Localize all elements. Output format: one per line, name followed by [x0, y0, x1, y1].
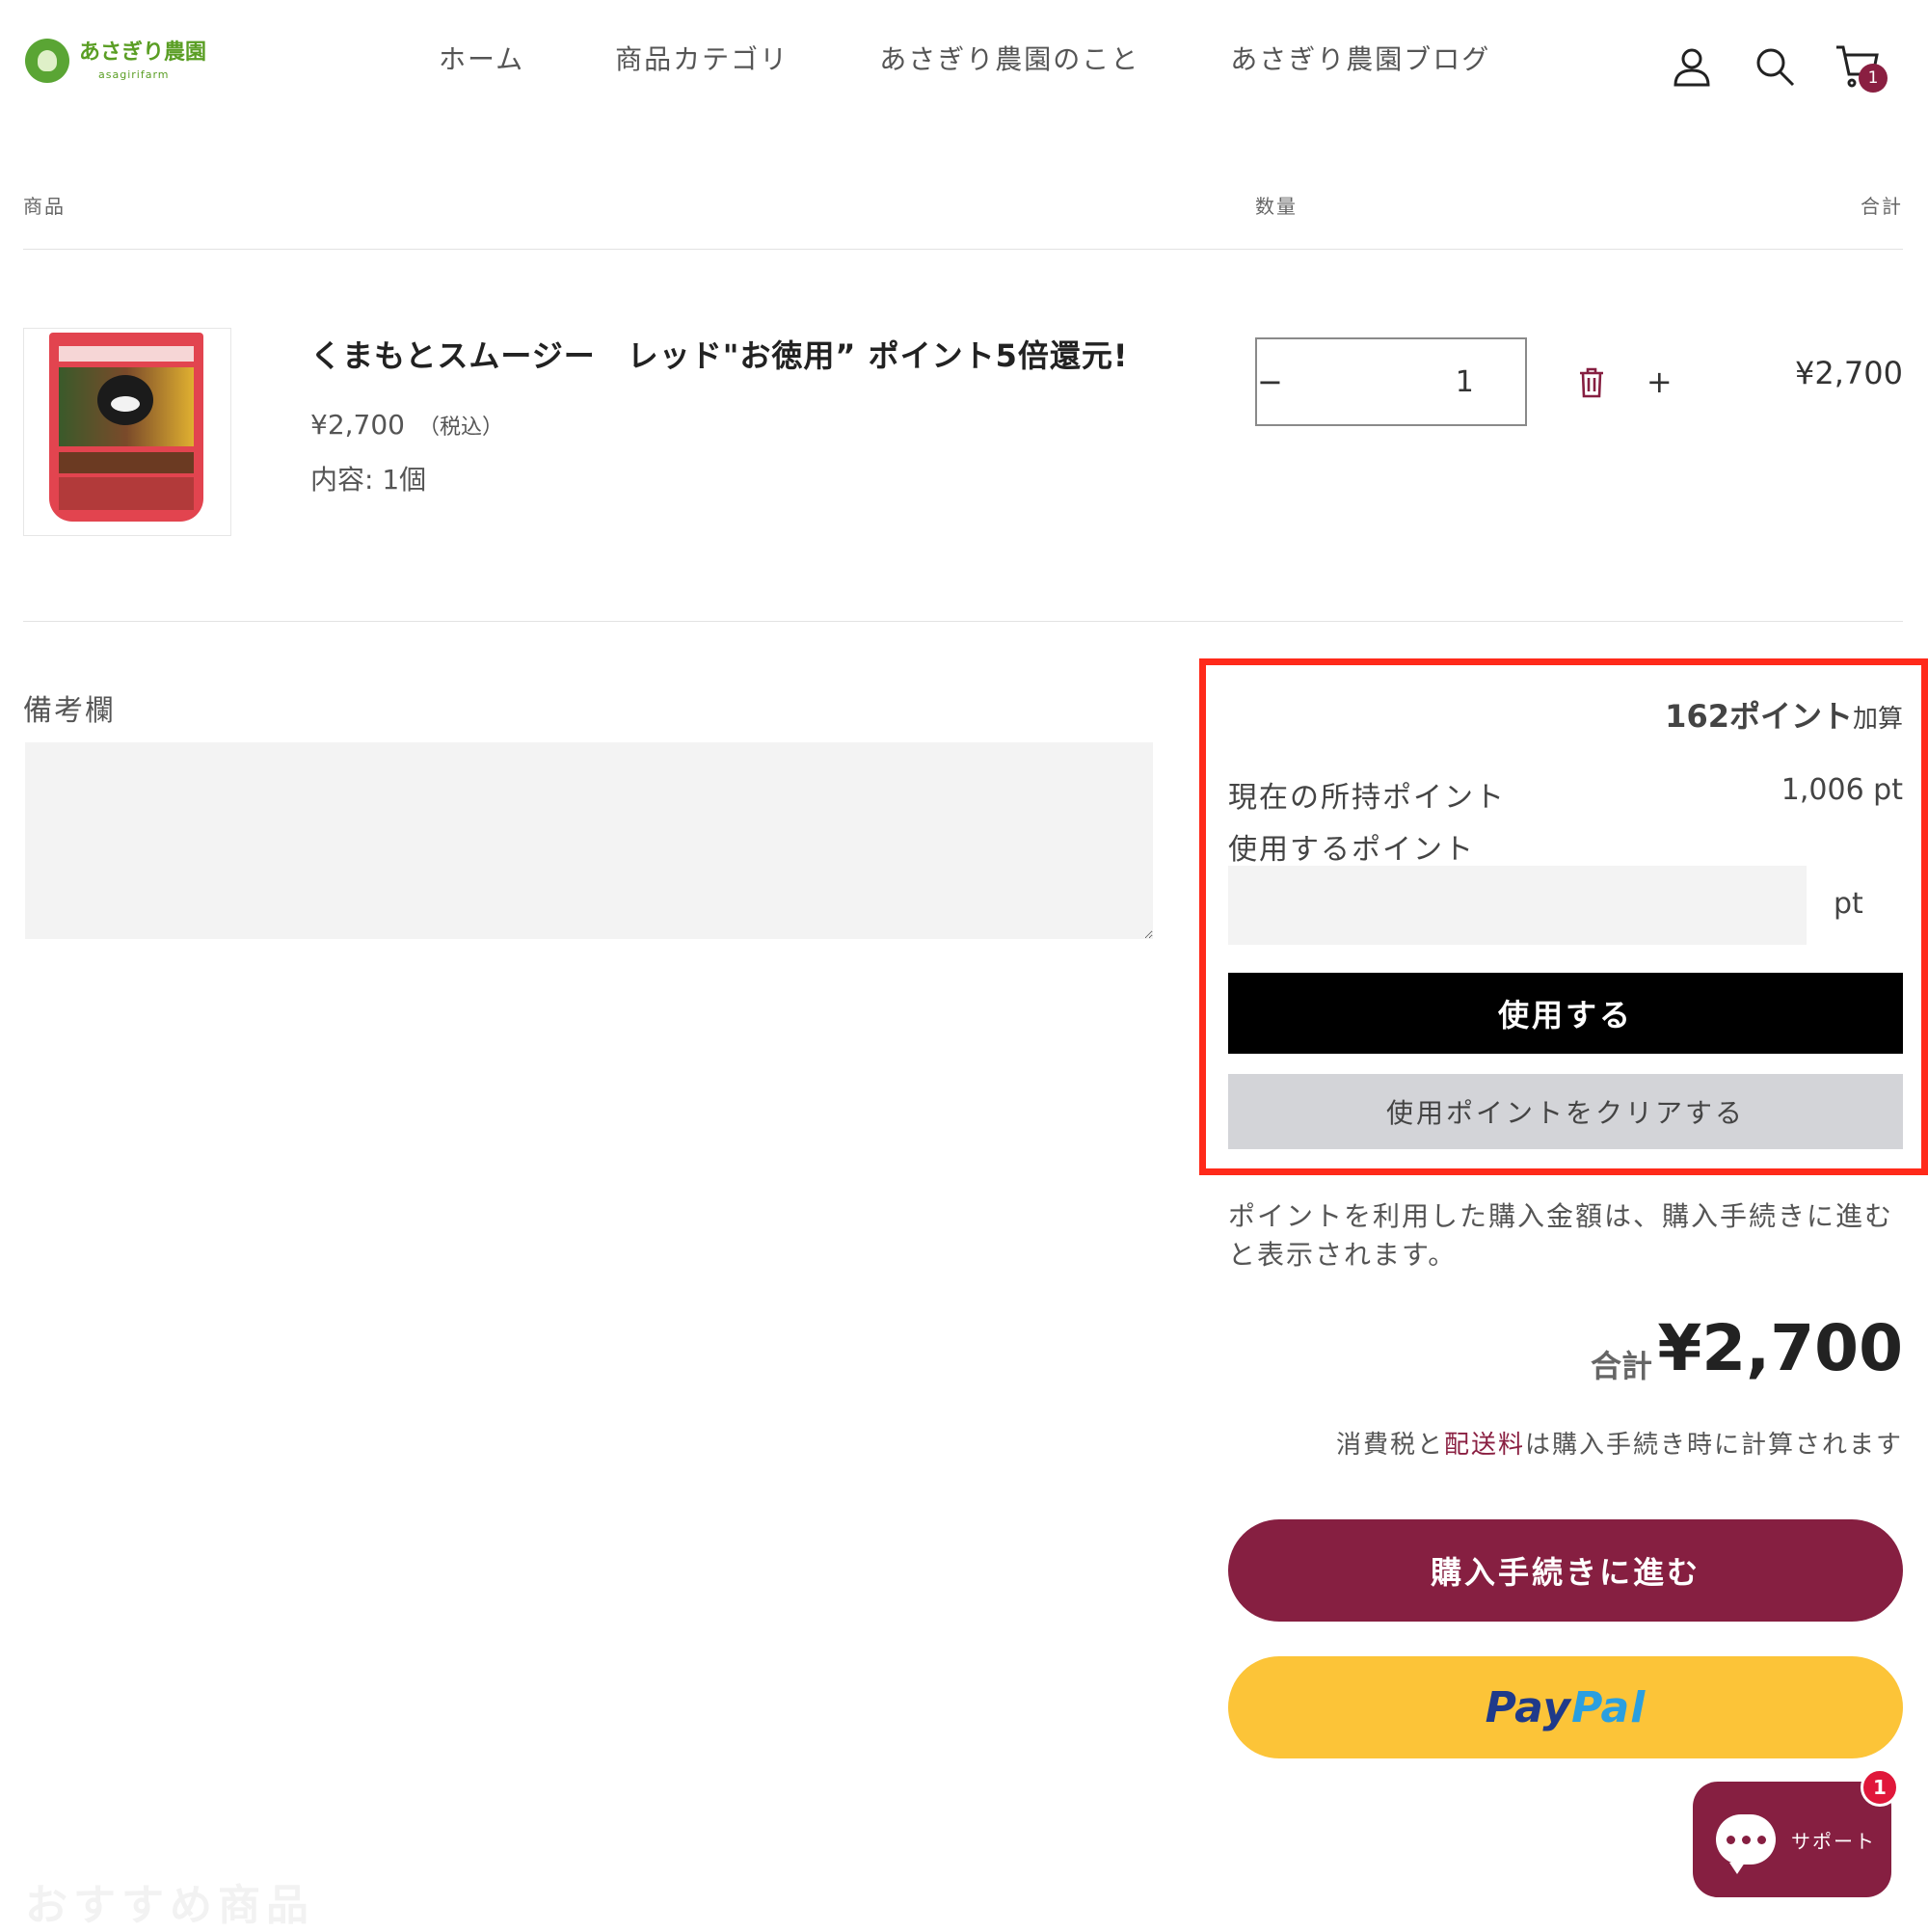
- product-title[interactable]: くまもとスムージー レッド"お徳用” ポイント5倍還元!: [310, 332, 1128, 376]
- product-price-line: ¥2,700 （税込）: [310, 409, 503, 441]
- product-thumbnail[interactable]: [23, 328, 231, 536]
- line-total: ¥2,700: [1795, 355, 1903, 391]
- points-earned: 162ポイント加算: [1665, 692, 1903, 737]
- product-price: ¥2,700: [310, 409, 405, 441]
- nav-blog[interactable]: あさぎり農園ブログ: [1230, 39, 1490, 77]
- recommended-heading: おすすめ商品: [25, 1881, 314, 1930]
- plus-icon[interactable]: +: [1647, 339, 1673, 424]
- note-label: 備考欄: [23, 694, 116, 728]
- points-unit: pt: [1834, 887, 1863, 921]
- nav-categories[interactable]: 商品カテゴリ: [615, 39, 789, 77]
- note-textarea[interactable]: [25, 742, 1153, 939]
- site-logo[interactable]: あさぎり農園 asagirifarm: [25, 39, 206, 83]
- divider: [23, 249, 1903, 250]
- main-nav: ホーム 商品カテゴリ あさぎり農園のこと あさぎり農園ブログ: [439, 39, 1581, 77]
- current-points-value: 1,006 pt: [1781, 773, 1903, 807]
- product-package-image: [49, 333, 203, 522]
- clear-points-button[interactable]: 使用ポイントをクリアする: [1228, 1074, 1903, 1149]
- current-points-label: 現在の所持ポイント: [1228, 781, 1506, 815]
- logo-mark-icon: [25, 39, 69, 83]
- product-variant: 内容: 1個: [310, 464, 427, 496]
- tax-included-label: （税込）: [417, 416, 503, 440]
- use-points-label: 使用するポイント: [1228, 833, 1475, 867]
- checkout-button[interactable]: 購入手続きに進む: [1228, 1519, 1903, 1622]
- nav-home[interactable]: ホーム: [439, 39, 524, 77]
- shipping-link[interactable]: 配送料: [1444, 1431, 1525, 1460]
- use-points-input[interactable]: [1228, 866, 1807, 945]
- mascot-image: [97, 375, 153, 425]
- subtotal-value: ¥2,700: [1657, 1311, 1903, 1385]
- support-chat-button[interactable]: サポート: [1693, 1782, 1891, 1897]
- logo-text: あさぎり農園: [79, 40, 207, 65]
- col-qty-header: 数量: [1255, 195, 1298, 218]
- cart-count-badge: 1: [1859, 64, 1888, 93]
- paypal-logo: PayPal: [1485, 1682, 1647, 1732]
- logo-subtext: asagirifarm: [98, 67, 170, 81]
- support-chat-label: サポート: [1791, 1829, 1876, 1853]
- tax-note-post: は購入手続き時に計算されます: [1524, 1431, 1903, 1460]
- col-product-header: 商品: [23, 195, 66, 218]
- nav-about[interactable]: あさぎり農園のこと: [879, 39, 1139, 77]
- paypal-button[interactable]: PayPal: [1228, 1656, 1903, 1758]
- tax-shipping-note: 消費税と配送料は購入手続き時に計算されます: [1336, 1425, 1903, 1461]
- tax-note-pre: 消費税と: [1335, 1431, 1444, 1460]
- chat-bubble-icon: [1716, 1814, 1776, 1874]
- points-earned-value: 162ポイント: [1665, 698, 1853, 735]
- search-icon[interactable]: [1751, 42, 1799, 91]
- points-notice: ポイントを利用した購入金額は、購入手続きに進むと表示されます。: [1228, 1200, 1894, 1271]
- use-points-button[interactable]: 使用する: [1228, 973, 1903, 1054]
- col-total-header: 合計: [1861, 195, 1903, 218]
- subtotal-label: 合計: [1591, 1348, 1653, 1384]
- points-earned-suffix: 加算: [1852, 705, 1903, 734]
- minus-icon[interactable]: −: [1257, 339, 1283, 424]
- chat-notification-badge: 1: [1861, 1768, 1899, 1807]
- trash-icon[interactable]: [1577, 366, 1606, 399]
- divider: [23, 621, 1903, 622]
- account-icon[interactable]: [1668, 42, 1716, 91]
- quantity-stepper: − +: [1255, 337, 1673, 426]
